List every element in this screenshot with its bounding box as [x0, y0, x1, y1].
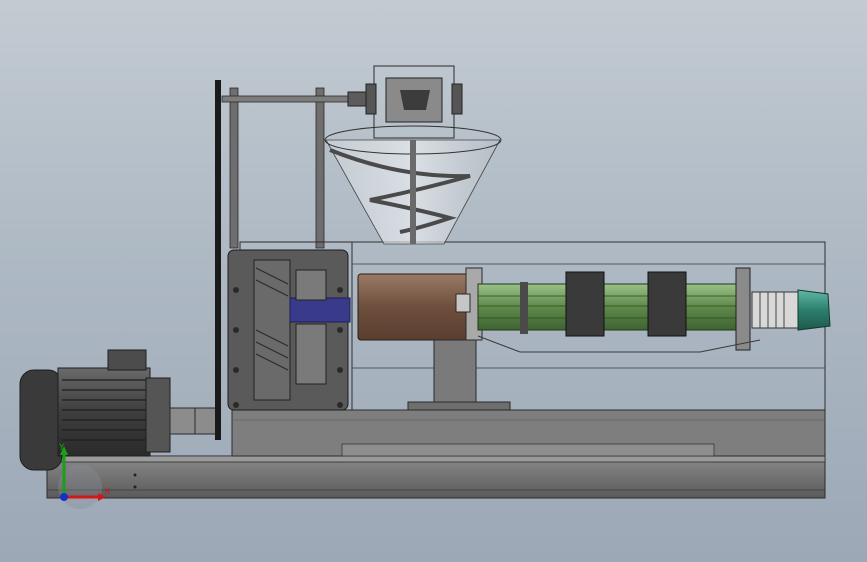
- barrel-feed-section[interactable]: [357, 267, 483, 341]
- cad-viewport[interactable]: Y X: [0, 0, 867, 562]
- gearbox[interactable]: [227, 241, 353, 411]
- x-axis-label: X: [104, 487, 110, 497]
- die-head[interactable]: [751, 289, 831, 331]
- barrel-support: [407, 339, 511, 411]
- extruder-screw[interactable]: [477, 267, 761, 353]
- y-axis-label: Y: [58, 443, 65, 453]
- model-canvas[interactable]: Y X: [0, 0, 867, 562]
- feed-hopper[interactable]: [324, 125, 502, 245]
- z-axis-dot: [60, 493, 68, 501]
- electric-motor[interactable]: [19, 349, 221, 471]
